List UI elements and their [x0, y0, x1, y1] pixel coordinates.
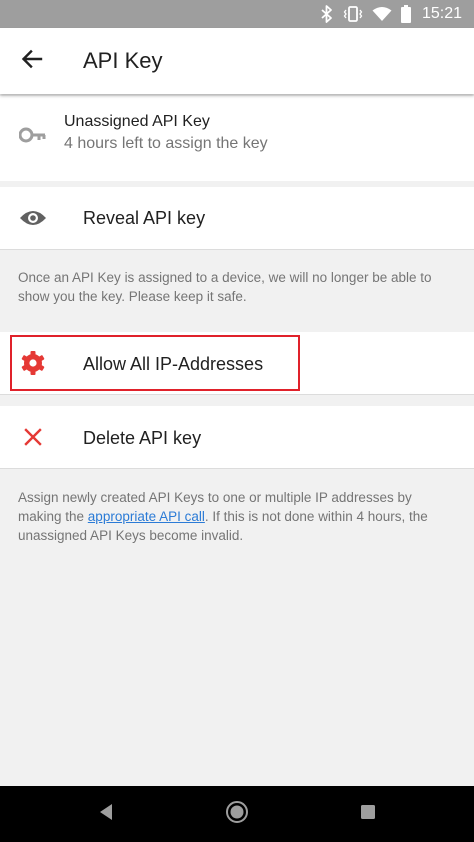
bluetooth-icon — [320, 5, 334, 23]
vibrate-icon — [343, 5, 363, 23]
status-icons: 15:21 — [320, 0, 462, 28]
api-call-link[interactable]: appropriate API call — [88, 509, 205, 524]
back-button[interactable] — [16, 45, 48, 77]
delete-api-key-button[interactable]: Delete API key — [0, 406, 474, 468]
key-time-left: 4 hours left to assign the key — [64, 135, 268, 152]
nav-home-button[interactable] — [221, 798, 253, 830]
assign-ip-note: Assign newly created API Keys to one or … — [18, 488, 458, 545]
reveal-warning-note: Once an API Key is assigned to a device,… — [18, 270, 432, 304]
nav-back-button[interactable] — [90, 798, 122, 830]
close-icon — [18, 422, 48, 452]
reveal-api-key-label: Reveal API key — [83, 208, 206, 228]
home-circle-icon — [225, 800, 249, 829]
key-status-title: Unassigned API Key — [64, 113, 210, 130]
eye-icon — [18, 203, 48, 233]
divider — [0, 249, 474, 250]
battery-icon — [400, 5, 411, 23]
divider — [0, 394, 474, 395]
highlight-box — [10, 335, 300, 391]
delete-api-key-label: Delete API key — [83, 428, 202, 448]
arrow-back-icon — [21, 48, 43, 75]
api-key-info: Unassigned API Key 4 hours left to assig… — [0, 96, 474, 181]
navigation-bar — [0, 786, 474, 842]
app-bar: API Key — [0, 28, 474, 94]
status-bar: 15:21 — [0, 0, 474, 28]
divider — [0, 468, 474, 469]
wifi-icon — [372, 6, 392, 22]
back-triangle-icon — [98, 803, 114, 826]
status-time: 15:21 — [421, 5, 462, 22]
key-icon — [18, 120, 48, 150]
page-title: API Key — [83, 48, 163, 73]
recents-square-icon — [360, 804, 376, 825]
reveal-api-key-button[interactable]: Reveal API key — [0, 187, 474, 249]
nav-recents-button[interactable] — [352, 798, 384, 830]
